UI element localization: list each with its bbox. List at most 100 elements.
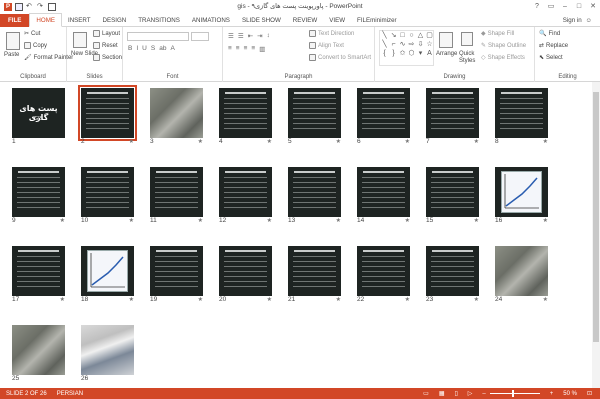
animation-star-icon[interactable]: ★ <box>198 217 203 224</box>
copy-button[interactable]: Copy <box>24 42 47 49</box>
align-center-icon[interactable]: ≡ <box>236 45 240 53</box>
animation-star-icon[interactable]: ★ <box>267 296 272 303</box>
tab-review[interactable]: REVIEW <box>287 14 323 27</box>
slide-preview[interactable] <box>150 88 203 138</box>
zoom-slider-thumb[interactable] <box>511 390 514 397</box>
select-button[interactable]: ⬉ Select <box>539 54 563 62</box>
paste-button[interactable]: Paste <box>4 52 19 58</box>
maximize-icon[interactable]: □ <box>572 0 586 14</box>
tab-insert[interactable]: INSERT <box>62 14 97 27</box>
quick-styles-icon[interactable] <box>461 32 473 46</box>
align-right-icon[interactable]: ≡ <box>244 45 248 53</box>
shapes-gallery[interactable]: ╲ ↘ □ ○ △ ▢ ╲ ⌐ ∿ ⇨ ⇩ ☆ {} ✩ ⬡ ▾ A <box>379 30 434 66</box>
sign-in-link[interactable]: Sign in <box>563 14 582 27</box>
justify-icon[interactable]: ≡ <box>251 45 255 53</box>
slide-preview[interactable] <box>288 246 341 296</box>
find-button[interactable]: 🔍 Find <box>539 30 560 38</box>
layout-button[interactable]: Layout <box>93 30 120 37</box>
animation-star-icon[interactable]: ★ <box>405 217 410 224</box>
tab-slide-show[interactable]: SLIDE SHOW <box>236 14 287 27</box>
increase-indent-icon[interactable]: ⇥ <box>257 32 262 40</box>
smiley-icon[interactable]: ☺ <box>586 14 592 27</box>
brace-shape-icon[interactable]: { <box>380 49 389 58</box>
rounded-rect-shape-icon[interactable]: ▢ <box>425 31 434 40</box>
animation-star-icon[interactable]: ★ <box>129 296 134 303</box>
tab-view[interactable]: VIEW <box>323 14 351 27</box>
bullets-icon[interactable]: ☰ <box>228 32 234 40</box>
slide-preview[interactable] <box>81 167 134 217</box>
arrow-shape-icon[interactable]: ↘ <box>389 31 398 40</box>
help-icon[interactable]: ? <box>530 0 544 14</box>
slide-thumbnail[interactable]: 8 ★ <box>495 88 548 146</box>
animation-star-icon[interactable]: ★ <box>198 296 203 303</box>
slide-thumbnail[interactable]: 13 ★ <box>288 167 341 225</box>
language-status[interactable]: PERSIAN <box>47 391 83 397</box>
tab-animations[interactable]: ANIMATIONS <box>186 14 236 27</box>
arrow-right-shape-icon[interactable]: ⇨ <box>407 40 416 49</box>
slide-preview[interactable] <box>495 167 548 217</box>
animation-star-icon[interactable]: ★ <box>543 217 548 224</box>
slide-preview[interactable] <box>219 246 272 296</box>
animation-star-icon[interactable]: ★ <box>129 138 134 145</box>
slide-preview[interactable] <box>357 167 410 217</box>
normal-view-icon[interactable]: ▭ <box>417 390 429 397</box>
triangle-shape-icon[interactable]: △ <box>416 31 425 40</box>
slide-thumbnail[interactable]: 23 ★ <box>426 246 479 304</box>
slide-sorter-view-icon[interactable]: ▦ <box>433 390 445 397</box>
underline-icon[interactable]: U <box>142 45 147 52</box>
slide-thumbnail[interactable]: 5 ★ <box>288 88 341 146</box>
section-button[interactable]: Section <box>93 54 122 61</box>
animation-star-icon[interactable]: ★ <box>267 138 272 145</box>
tab-design[interactable]: DESIGN <box>97 14 133 27</box>
reset-button[interactable]: Reset <box>93 42 118 49</box>
shape-outline-button[interactable]: ✎ Shape Outline <box>481 42 526 50</box>
font-name-box[interactable] <box>127 32 189 41</box>
slide-preview[interactable] <box>81 325 134 375</box>
slide-thumbnail[interactable]: 9 ★ <box>12 167 65 225</box>
line-shape-icon[interactable]: ╲ <box>380 31 389 40</box>
slide-thumbnail[interactable]: 2 ★ <box>78 85 137 146</box>
animation-star-icon[interactable]: ★ <box>267 217 272 224</box>
font-color-icon[interactable]: A <box>170 45 174 52</box>
animation-star-icon[interactable]: ★ <box>543 138 548 145</box>
slide-thumbnail[interactable]: 24 ★ <box>495 246 548 304</box>
strikethrough-icon[interactable]: ab <box>159 45 166 52</box>
brace2-shape-icon[interactable]: } <box>389 49 398 58</box>
slide-preview[interactable] <box>426 246 479 296</box>
close-icon[interactable]: ✕ <box>586 0 600 14</box>
shape-fill-button[interactable]: ◆ Shape Fill <box>481 30 514 38</box>
cut-button[interactable]: ✂ Cut <box>24 30 40 38</box>
slide-thumbnail[interactable]: 6 ★ <box>357 88 410 146</box>
tab-home[interactable]: HOME <box>29 13 62 27</box>
slide-preview[interactable] <box>12 325 65 375</box>
slide-preview[interactable] <box>150 167 203 217</box>
slide-thumbnail[interactable]: 3 ★ <box>150 88 203 146</box>
slide-thumbnail[interactable]: 7 ★ <box>426 88 479 146</box>
slide-preview[interactable]: پست های گازی GIS <box>12 88 65 138</box>
columns-icon[interactable]: ▥ <box>259 45 265 53</box>
scrollbar-thumb[interactable] <box>593 92 599 342</box>
slide-preview[interactable] <box>495 246 548 296</box>
animation-star-icon[interactable]: ★ <box>336 217 341 224</box>
italic-icon[interactable]: I <box>136 45 138 52</box>
star-shape-icon[interactable]: ☆ <box>425 40 434 49</box>
arrow-down-shape-icon[interactable]: ⇩ <box>416 40 425 49</box>
slide-thumbnail[interactable]: 17 ★ <box>12 246 65 304</box>
new-slide-icon[interactable] <box>73 32 87 48</box>
tab-file[interactable]: FILE <box>0 13 30 27</box>
slide-thumbnail[interactable]: 14 ★ <box>357 167 410 225</box>
line2-shape-icon[interactable]: ╲ <box>380 40 389 49</box>
slide-thumbnail[interactable]: 18 ★ <box>81 246 134 304</box>
slide-thumbnail[interactable]: 21 ★ <box>288 246 341 304</box>
shape-effects-button[interactable]: ◇ Shape Effects <box>481 54 525 62</box>
slide-preview[interactable] <box>78 85 137 141</box>
slide-preview[interactable] <box>12 167 65 217</box>
tab-fileminimizer[interactable]: FILEminimizer <box>351 14 403 27</box>
animation-star-icon[interactable]: ★ <box>405 138 410 145</box>
align-text-button[interactable]: Align Text <box>309 42 344 49</box>
animation-star-icon[interactable]: ★ <box>60 296 65 303</box>
slide-preview[interactable] <box>12 246 65 296</box>
animation-star-icon[interactable]: ★ <box>336 296 341 303</box>
ribbon-display-icon[interactable]: ▭ <box>544 0 558 14</box>
fit-slide-icon[interactable]: ⊡ <box>581 390 592 397</box>
